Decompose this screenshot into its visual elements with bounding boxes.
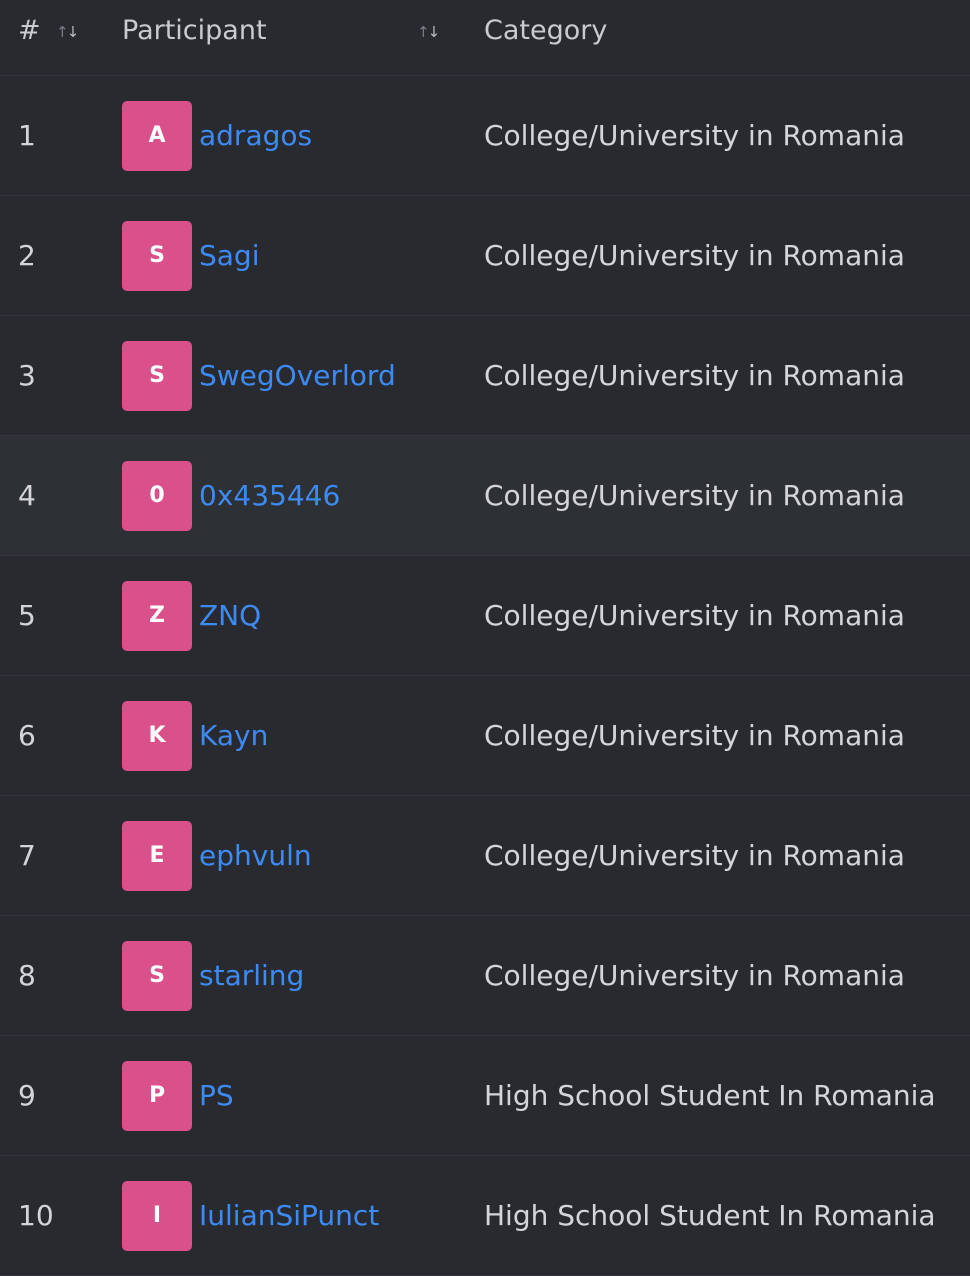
avatar: P [122,1061,192,1131]
rank-cell: 2 [18,239,36,272]
participant-link[interactable]: Sagi [199,196,259,316]
table-header: # ↑↓ Participant ↑↓ Category [0,0,970,76]
table-row: 5 Z ZNQ College/University in Romania [0,556,970,676]
category-cell: College/University in Romania [484,359,905,392]
avatar: Z [122,581,192,651]
avatar: S [122,341,192,411]
rank-cell: 6 [18,719,36,752]
category-cell: College/University in Romania [484,239,905,272]
rank-cell: 8 [18,959,36,992]
category-cell: High School Student In Romania [484,1079,936,1112]
participant-column-header: Participant [122,15,267,46]
rank-column-header: # [18,15,41,46]
leaderboard-table: # ↑↓ Participant ↑↓ Category 1 A adragos… [0,0,970,1276]
participant-link[interactable]: ZNQ [199,556,261,676]
avatar: S [122,941,192,1011]
participant-link[interactable]: IulianSiPunct [199,1156,379,1276]
category-cell: College/University in Romania [484,599,905,632]
table-row: 8 S starling College/University in Roman… [0,916,970,1036]
avatar: I [122,1181,192,1251]
participant-link[interactable]: 0x435446 [199,436,340,556]
rank-cell: 9 [18,1079,36,1112]
rank-cell: 10 [18,1199,54,1232]
category-cell: College/University in Romania [484,959,905,992]
category-cell: College/University in Romania [484,719,905,752]
avatar: 0 [122,461,192,531]
rank-cell: 5 [18,599,36,632]
participant-link[interactable]: starling [199,916,304,1036]
table-row: 2 S Sagi College/University in Romania [0,196,970,316]
avatar: A [122,101,192,171]
participant-link[interactable]: adragos [199,76,312,196]
avatar: E [122,821,192,891]
participant-link[interactable]: Kayn [199,676,268,796]
avatar: S [122,221,192,291]
participant-link[interactable]: ephvuln [199,796,312,916]
table-row: 3 S SwegOverlord College/University in R… [0,316,970,436]
rank-cell: 1 [18,119,36,152]
category-cell: College/University in Romania [484,839,905,872]
table-row: 9 P PS High School Student In Romania [0,1036,970,1156]
category-cell: College/University in Romania [484,479,905,512]
table-row: 7 E ephvuln College/University in Romani… [0,796,970,916]
rank-cell: 3 [18,359,36,392]
rank-cell: 4 [18,479,36,512]
avatar: K [122,701,192,771]
participant-link[interactable]: SwegOverlord [199,316,396,436]
category-cell: High School Student In Romania [484,1199,936,1232]
category-cell: College/University in Romania [484,119,905,152]
rank-cell: 7 [18,839,36,872]
category-column-header: Category [484,15,608,46]
table-row: 6 K Kayn College/University in Romania [0,676,970,796]
sort-arrows-icon[interactable]: ↑↓ [56,22,79,42]
sort-arrows-icon[interactable]: ↑↓ [417,22,440,42]
table-row: 4 0 0x435446 College/University in Roman… [0,436,970,556]
participant-link[interactable]: PS [199,1036,234,1156]
table-row: 10 I IulianSiPunct High School Student I… [0,1156,970,1276]
table-row: 1 A adragos College/University in Romani… [0,76,970,196]
